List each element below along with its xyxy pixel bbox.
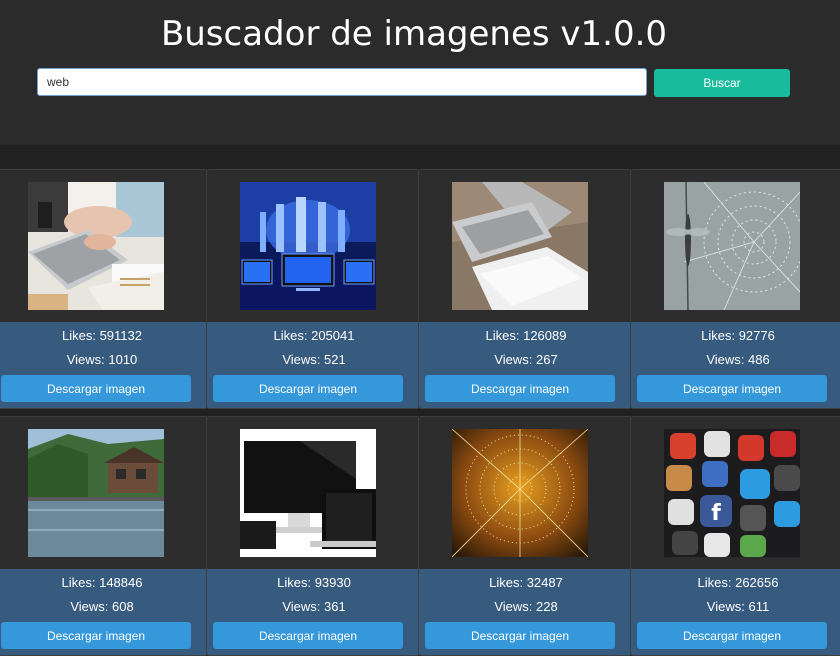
- likes-count: Likes: 148846: [61, 575, 143, 590]
- result-info: Likes: 92776 Views: 486 Descargar imagen: [631, 322, 840, 408]
- result-image[interactable]: [240, 429, 376, 557]
- likes-count: Likes: 591132: [62, 328, 142, 343]
- result-image[interactable]: [28, 429, 164, 557]
- result-card: f Likes: 262656 Views: 611 Descargar ima…: [630, 416, 840, 656]
- result-card: Likes: 93930 Views: 361 Descargar imagen: [206, 416, 420, 656]
- result-card: Likes: 591132 Views: 1010 Descargar imag…: [0, 169, 208, 409]
- download-image-button[interactable]: Descargar imagen: [1, 375, 191, 402]
- download-image-button[interactable]: Descargar imagen: [637, 622, 827, 649]
- result-card: Likes: 126089 Views: 267 Descargar image…: [418, 169, 632, 409]
- views-count: Views: 267: [494, 352, 558, 367]
- result-image[interactable]: [28, 182, 164, 310]
- result-info: Likes: 126089 Views: 267 Descargar image…: [419, 322, 631, 408]
- result-info: Likes: 32487 Views: 228 Descargar imagen: [419, 569, 631, 655]
- results-grid: Likes: 591132 Views: 1010 Descargar imag…: [0, 0, 840, 656]
- download-image-button[interactable]: Descargar imagen: [425, 622, 615, 649]
- likes-count: Likes: 205041: [273, 328, 355, 343]
- likes-count: Likes: 92776: [701, 328, 775, 343]
- result-image[interactable]: f: [664, 429, 800, 557]
- result-info: Likes: 93930 Views: 361 Descargar imagen: [207, 569, 419, 655]
- result-image[interactable]: [452, 429, 588, 557]
- download-image-button[interactable]: Descargar imagen: [637, 375, 827, 402]
- views-count: Views: 608: [70, 599, 134, 614]
- views-count: Views: 611: [706, 599, 770, 614]
- likes-count: Likes: 126089: [485, 328, 567, 343]
- views-count: Views: 1010: [66, 352, 138, 367]
- result-info: Likes: 591132 Views: 1010 Descargar imag…: [0, 322, 207, 408]
- download-image-button[interactable]: Descargar imagen: [213, 375, 403, 402]
- download-image-button[interactable]: Descargar imagen: [425, 375, 615, 402]
- result-info: Likes: 148846 Views: 608 Descargar image…: [0, 569, 207, 655]
- result-card: Likes: 148846 Views: 608 Descargar image…: [0, 416, 208, 656]
- download-image-button[interactable]: Descargar imagen: [213, 622, 403, 649]
- result-card: Likes: 32487 Views: 228 Descargar imagen: [418, 416, 632, 656]
- result-card: Likes: 205041 Views: 521 Descargar image…: [206, 169, 420, 409]
- views-count: Views: 228: [494, 599, 558, 614]
- views-count: Views: 521: [282, 352, 346, 367]
- views-count: Views: 486: [706, 352, 770, 367]
- result-image[interactable]: [240, 182, 376, 310]
- result-card: Likes: 92776 Views: 486 Descargar imagen: [630, 169, 840, 409]
- result-info: Likes: 205041 Views: 521 Descargar image…: [207, 322, 419, 408]
- likes-count: Likes: 93930: [277, 575, 351, 590]
- likes-count: Likes: 32487: [489, 575, 563, 590]
- svg-text:f: f: [711, 501, 721, 526]
- views-count: Views: 361: [282, 599, 346, 614]
- result-image[interactable]: [664, 182, 800, 310]
- download-image-button[interactable]: Descargar imagen: [1, 622, 191, 649]
- result-image[interactable]: [452, 182, 588, 310]
- result-info: Likes: 262656 Views: 611 Descargar image…: [631, 569, 840, 655]
- likes-count: Likes: 262656: [697, 575, 779, 590]
